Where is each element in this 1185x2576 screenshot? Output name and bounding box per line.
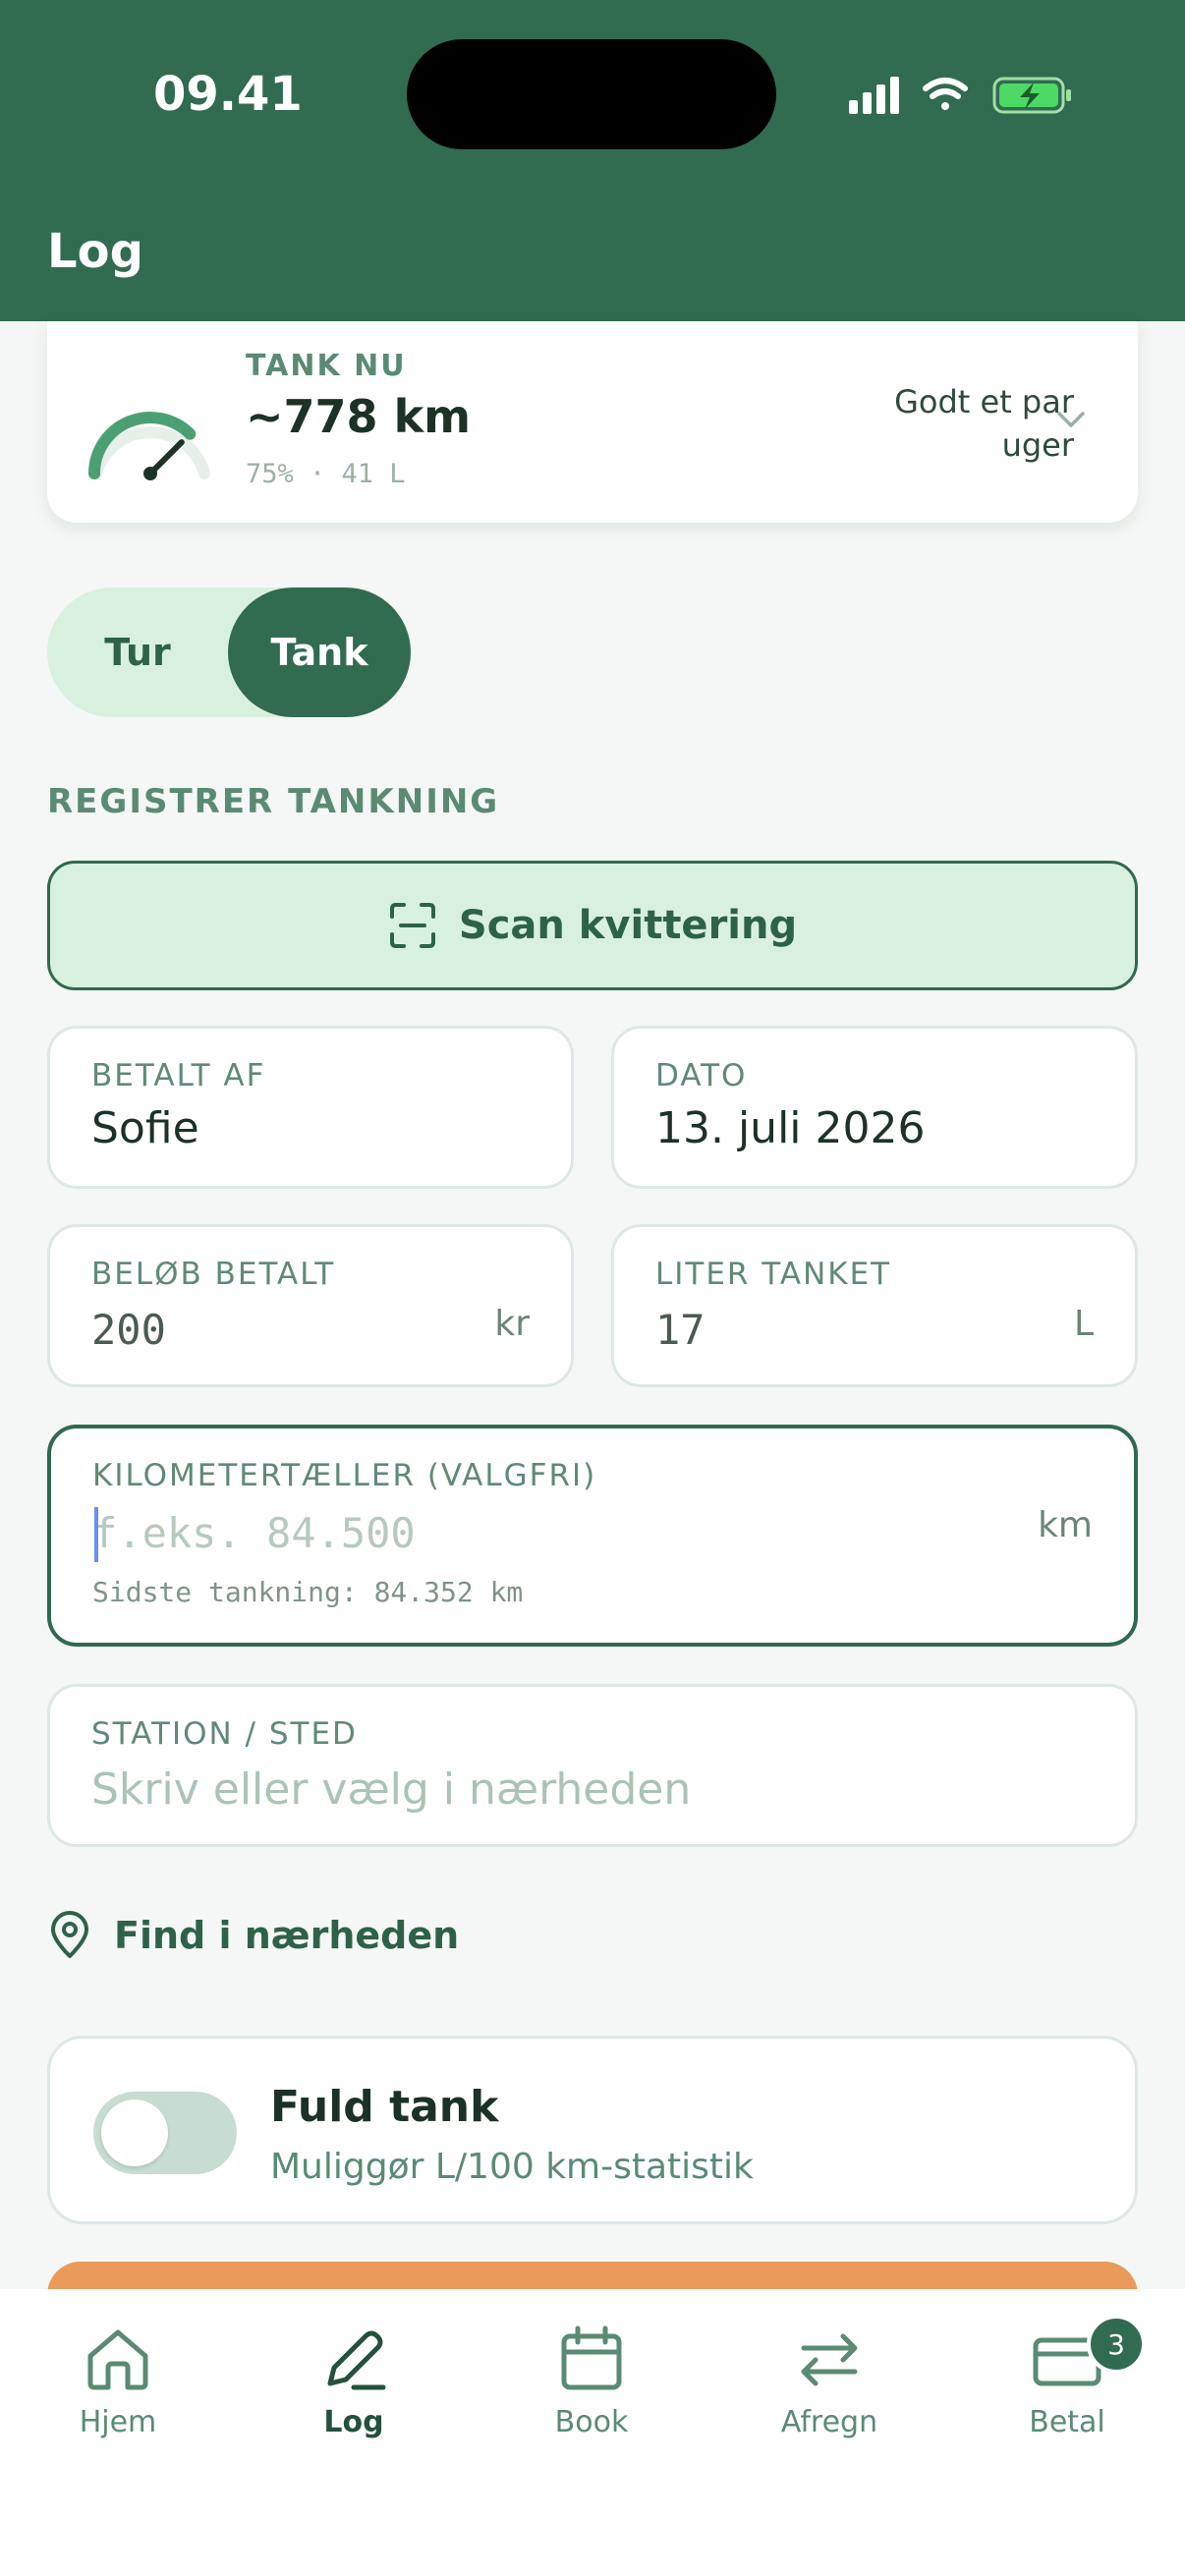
section-title: REGISTRER TANKNING	[47, 782, 500, 821]
nav-item-log[interactable]: Log	[255, 2323, 452, 2450]
amount-field[interactable]: BELØB BETALT 200 kr	[47, 1224, 574, 1387]
pencil-icon	[327, 2330, 386, 2390]
station-input[interactable]	[91, 1760, 1074, 1819]
page-title: Log	[47, 224, 143, 279]
odometer-hint: Sidste tankning: 84.352 km	[92, 1576, 524, 1608]
odometer-unit: km	[1038, 1505, 1093, 1545]
fuel-gauge-icon	[88, 412, 210, 480]
find-nearby-button[interactable]: Find i nærheden	[47, 1906, 459, 1965]
app-header: 09.41 Log	[0, 0, 1185, 321]
odometer-field[interactable]: KILOMETERTÆLLER (VALGFRI) km Sidste tank…	[47, 1425, 1138, 1647]
mode-segmented-control: Tur Tank	[47, 588, 411, 717]
nav-item-book[interactable]: Book	[493, 2323, 690, 2450]
nav-label-hjem: Hjem	[79, 2405, 157, 2439]
nav-label-afregn: Afregn	[780, 2405, 878, 2439]
text-cursor	[94, 1507, 98, 1562]
date-label: DATO	[655, 1058, 748, 1093]
liters-label: LITER TANKET	[655, 1257, 892, 1292]
notification-badge: 3	[1087, 2315, 1146, 2374]
scan-icon	[389, 903, 435, 948]
odometer-label: KILOMETERTÆLLER (VALGFRI)	[92, 1458, 597, 1493]
liters-field[interactable]: LITER TANKET 17 L	[611, 1224, 1138, 1387]
date-value: 13. juli 2026	[655, 1103, 926, 1153]
nav-label-log: Log	[323, 2405, 384, 2439]
full-tank-toggle[interactable]	[93, 2092, 237, 2174]
bottom-nav: Hjem Log Book Afregn Betal 3	[0, 2289, 1185, 2576]
amount-unit: kr	[494, 1304, 530, 1344]
scan-receipt-label: Scan kvittering	[458, 903, 798, 948]
amount-label: BELØB BETALT	[91, 1257, 336, 1292]
status-time: 09.41	[153, 67, 303, 122]
location-pin-icon	[51, 1911, 88, 1958]
nav-item-betal[interactable]: Betal 3	[969, 2315, 1165, 2450]
tank-range: ~778 km	[246, 390, 472, 443]
paid-by-label: BETALT AF	[91, 1058, 266, 1093]
swap-arrows-icon	[801, 2333, 858, 2386]
battery-icon	[992, 77, 1071, 114]
status-icons	[849, 77, 1071, 114]
nav-item-hjem[interactable]: Hjem	[20, 2323, 216, 2450]
dynamic-island	[407, 39, 776, 149]
calendar-icon	[561, 2325, 622, 2390]
signal-icon	[849, 77, 899, 114]
nav-label-book: Book	[554, 2405, 629, 2439]
nav-item-afregn[interactable]: Afregn	[731, 2323, 928, 2450]
tank-detail: 75% · 41 L	[246, 459, 406, 489]
home-icon	[87, 2329, 148, 2390]
nav-label-betal: Betal	[1029, 2405, 1105, 2439]
segment-tur[interactable]: Tur	[47, 588, 228, 717]
toggle-knob	[101, 2100, 168, 2166]
chevron-down-icon[interactable]	[1051, 406, 1091, 435]
odometer-input[interactable]	[92, 1503, 977, 1562]
liters-value: 17	[655, 1306, 705, 1354]
find-nearby-label: Find i nærheden	[114, 1914, 460, 1957]
tank-status-card[interactable]: TANK NU ~778 km 75% · 41 L Godt et par u…	[47, 321, 1138, 523]
wifi-icon	[923, 78, 968, 110]
segment-tank[interactable]: Tank	[228, 588, 411, 717]
full-tank-title: Fuld tank	[270, 2082, 499, 2132]
date-field[interactable]: DATO 13. juli 2026	[611, 1026, 1138, 1189]
paid-by-value: Sofie	[91, 1103, 199, 1153]
tank-label: TANK NU	[246, 349, 407, 383]
full-tank-card: Fuld tank Muliggør L/100 km-statistik	[47, 2036, 1138, 2224]
tank-duration: Godt et par uger	[894, 383, 1074, 464]
station-label: STATION / STED	[91, 1716, 358, 1752]
station-field[interactable]: STATION / STED	[47, 1684, 1138, 1847]
paid-by-field[interactable]: BETALT AF Sofie	[47, 1026, 574, 1189]
full-tank-subtitle: Muliggør L/100 km-statistik	[270, 2147, 754, 2187]
liters-unit: L	[1073, 1304, 1094, 1344]
amount-value: 200	[91, 1306, 166, 1354]
scan-receipt-button[interactable]: Scan kvittering	[47, 861, 1138, 990]
